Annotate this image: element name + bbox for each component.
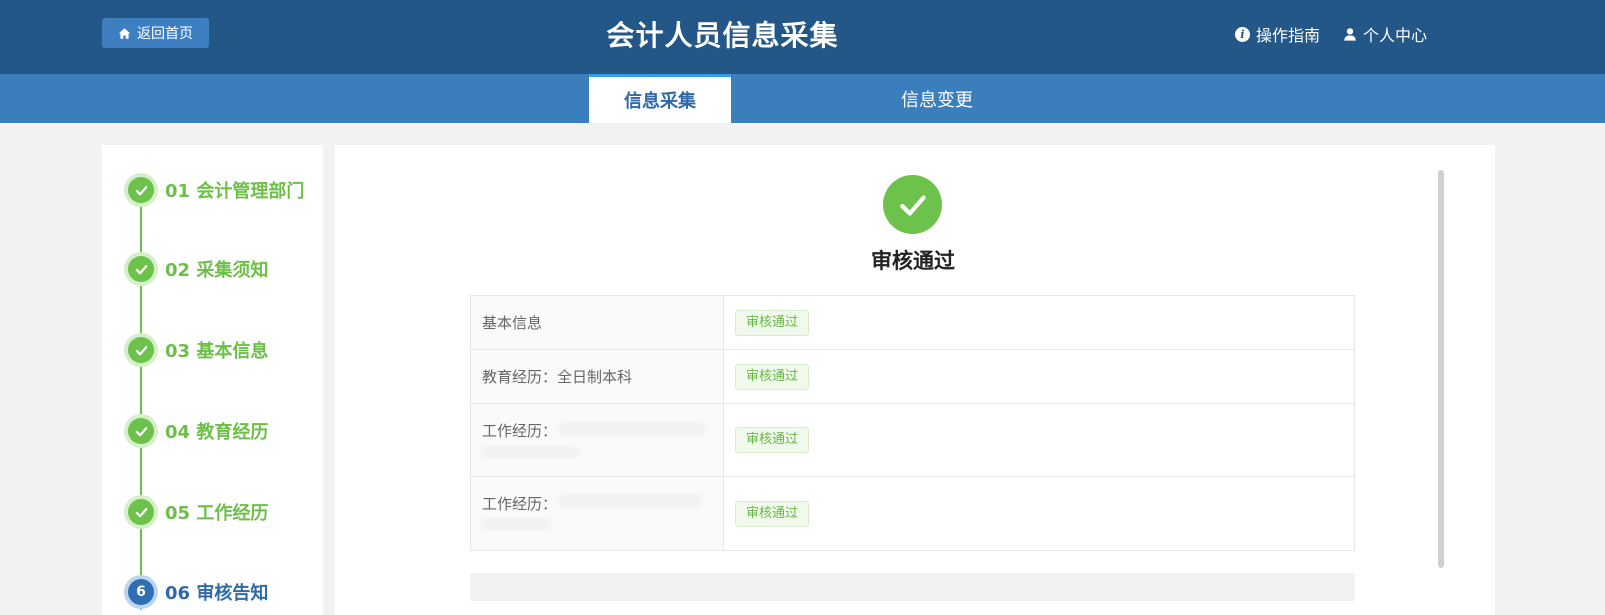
step-02-check <box>128 256 154 282</box>
step-06-marker: 6 <box>124 575 158 609</box>
step-02-marker <box>124 252 158 286</box>
success-check-icon <box>883 175 942 234</box>
step-03-label: 03 基本信息 <box>165 341 269 362</box>
step-01-label: 01 会计管理部门 <box>165 181 305 202</box>
step-01-check <box>128 177 154 203</box>
step-05-label: 05 工作经历 <box>165 503 269 524</box>
step-03-check <box>128 337 154 363</box>
step-02[interactable]: 02 采集须知 <box>124 252 268 286</box>
status-badge: 审核通过 <box>735 500 810 527</box>
tab-info-change[interactable]: 信息变更 <box>866 74 1008 123</box>
table-row: 工作经历： 审核通过 <box>471 404 1354 477</box>
redacted-text <box>482 518 550 530</box>
redacted-text <box>480 446 580 458</box>
check-icon <box>135 426 147 436</box>
step-04-label: 04 教育经历 <box>165 422 269 443</box>
status-badge: 审核通过 <box>735 427 810 453</box>
step-05[interactable]: 05 工作经历 <box>124 495 268 529</box>
step-06-number: 6 <box>128 579 154 605</box>
redacted-text <box>558 494 702 508</box>
tabs-bar: 信息采集 信息变更 <box>0 74 1605 123</box>
table-row: 基本信息 审核通过 <box>471 296 1354 350</box>
row-label: 教育经历：全日制本科 <box>471 350 724 403</box>
bottom-action-area <box>470 573 1355 601</box>
check-icon <box>135 185 147 195</box>
step-04[interactable]: 04 教育经历 <box>124 414 268 448</box>
row-label: 工作经历： <box>471 477 724 550</box>
step-02-label: 02 采集须知 <box>165 260 269 281</box>
step-01[interactable]: 01 会计管理部门 <box>124 173 304 207</box>
step-03-marker <box>124 333 158 367</box>
check-icon <box>135 345 147 355</box>
tab-info-collection[interactable]: 信息采集 <box>589 74 731 123</box>
row-status-cell: 审核通过 <box>724 296 1354 349</box>
check-icon <box>135 264 147 274</box>
user-icon <box>1344 28 1356 41</box>
table-row: 教育经历：全日制本科 审核通过 <box>471 350 1354 404</box>
step-03[interactable]: 03 基本信息 <box>124 333 268 367</box>
row-status-cell: 审核通过 <box>724 350 1354 403</box>
redacted-text <box>558 422 706 436</box>
guide-link-label: 操作指南 <box>1256 26 1321 45</box>
check-icon <box>899 194 926 216</box>
row-status-cell: 审核通过 <box>724 477 1354 550</box>
step-05-marker <box>124 495 158 529</box>
profile-link[interactable]: 个人中心 <box>1343 22 1427 46</box>
step-05-check <box>128 499 154 525</box>
row-status-cell: 审核通过 <box>724 404 1354 476</box>
table-row: 工作经历： 审核通过 <box>471 477 1354 550</box>
row-label: 工作经历： <box>471 404 724 476</box>
top-header: 返回首页 会计人员信息采集 i 操作指南 个人中心 <box>0 0 1605 74</box>
step-04-check <box>128 418 154 444</box>
vertical-scrollbar[interactable] <box>1438 170 1444 568</box>
check-icon <box>135 507 147 517</box>
guide-link[interactable]: i 操作指南 <box>1235 22 1320 46</box>
status-badge: 审核通过 <box>735 363 810 390</box>
info-icon: i <box>1235 26 1250 42</box>
row-label: 基本信息 <box>471 296 724 349</box>
profile-link-label: 个人中心 <box>1363 26 1428 45</box>
page-title: 会计人员信息采集 <box>606 19 839 52</box>
step-06-label: 06 审核告知 <box>165 583 269 604</box>
steps-sidebar: 01 会计管理部门 02 采集须知 03 基本信息 04 教育经历 05 工作经… <box>102 145 323 615</box>
status-badge: 审核通过 <box>735 309 810 336</box>
step-06[interactable]: 6 06 审核告知 <box>124 575 268 609</box>
step-01-marker <box>124 173 158 207</box>
step-04-marker <box>124 414 158 448</box>
review-result-title: 审核通过 <box>871 249 955 273</box>
